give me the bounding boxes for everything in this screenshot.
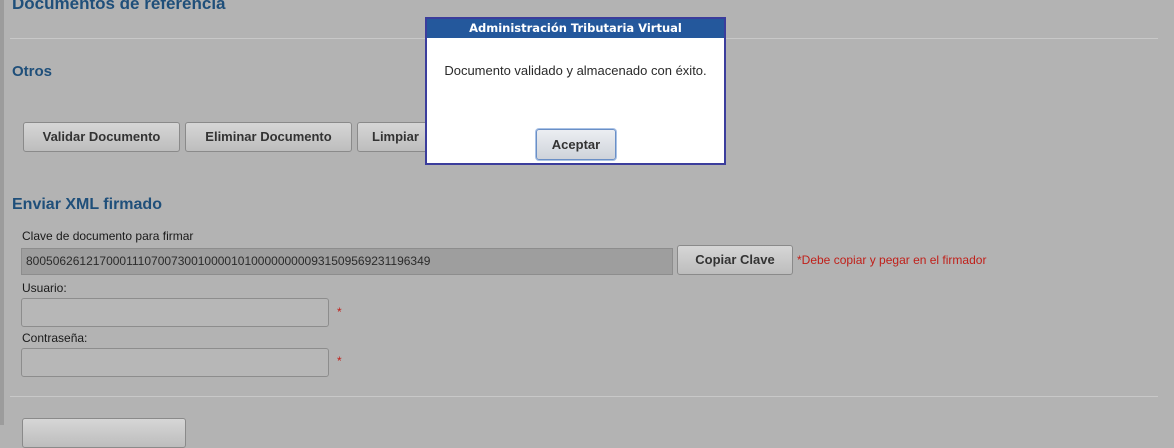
alert-dialog: Administración Tributaria Virtual Docume… (425, 17, 726, 165)
validar-documento-button[interactable]: Validar Documento (23, 122, 180, 152)
clave-field[interactable]: 8005062612170001110700730010000101000000… (21, 248, 673, 275)
section-heading-documentos-referencia: Documentos de referencia (12, 0, 226, 13)
contrasena-input[interactable] (21, 348, 329, 377)
bottom-button[interactable] (22, 418, 186, 448)
usuario-label: Usuario: (22, 281, 67, 295)
copiar-note: *Debe copiar y pegar en el firmador (797, 253, 987, 267)
aceptar-button[interactable]: Aceptar (536, 129, 616, 160)
copiar-clave-button[interactable]: Copiar Clave (677, 245, 793, 275)
eliminar-documento-button[interactable]: Eliminar Documento (185, 122, 352, 152)
contrasena-required-mark: * (337, 354, 342, 368)
usuario-required-mark: * (337, 305, 342, 319)
section-heading-otros: Otros (12, 63, 53, 80)
contrasena-label: Contraseña: (22, 331, 88, 345)
dialog-title: Administración Tributaria Virtual (427, 19, 724, 38)
left-border (0, 0, 4, 425)
divider (10, 396, 1158, 397)
usuario-input[interactable] (21, 298, 329, 327)
dialog-message: Documento validado y almacenado con éxit… (444, 63, 707, 78)
section-heading-enviar-xml: Enviar XML firmado (12, 196, 162, 213)
clave-label: Clave de documento para firmar (22, 229, 194, 243)
